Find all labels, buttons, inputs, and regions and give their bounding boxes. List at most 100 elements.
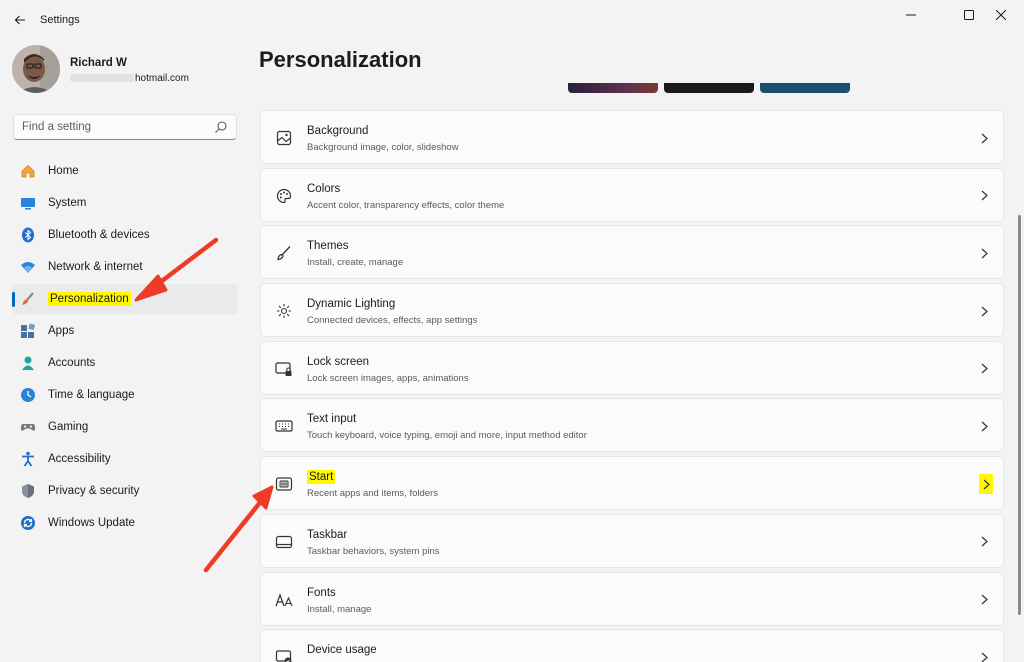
gaming-icon xyxy=(20,419,36,435)
sidebar-item-label: Gaming xyxy=(48,421,89,433)
system-icon xyxy=(20,195,36,211)
card-subtitle: Install, manage xyxy=(307,603,372,615)
setting-card-text-input[interactable]: Text input Touch keyboard, voice typing,… xyxy=(260,398,1004,453)
sidebar-item-system[interactable]: System xyxy=(12,188,238,218)
card-subtitle: Install, create, manage xyxy=(307,257,404,269)
card-subtitle: Background image, color, slideshow xyxy=(307,142,459,153)
theme-thumbnail[interactable] xyxy=(664,83,754,93)
sidebar-item-gaming[interactable]: Gaming xyxy=(12,412,238,442)
chevron-right-icon xyxy=(977,301,991,321)
maximize-icon xyxy=(964,10,974,20)
sidebar-item-time-language[interactable]: Time & language xyxy=(12,380,238,410)
network-icon xyxy=(20,259,36,275)
settings-list: Background Background image, color, slid… xyxy=(260,110,1004,662)
card-subtitle: Touch keyboard, voice typing, emoji and … xyxy=(307,430,587,442)
taskbar-icon xyxy=(275,533,293,551)
setting-card-fonts[interactable]: Fonts Install, manage xyxy=(260,571,1004,626)
background-icon xyxy=(275,129,293,147)
back-button[interactable] xyxy=(8,8,32,32)
chevron-right-icon xyxy=(979,474,993,495)
card-title: Start xyxy=(307,470,336,485)
sidebar-item-bluetooth[interactable]: Bluetooth & devices xyxy=(12,220,238,250)
sidebar-item-network[interactable]: Network & internet xyxy=(12,252,238,282)
sidebar-item-privacy[interactable]: Privacy & security xyxy=(12,476,238,506)
active-indicator xyxy=(12,292,15,307)
bluetooth-icon xyxy=(20,227,36,243)
sidebar-item-accounts[interactable]: Accounts xyxy=(12,348,238,378)
close-icon xyxy=(996,10,1006,20)
sidebar-item-label: System xyxy=(48,197,87,209)
chevron-right-icon xyxy=(977,532,991,552)
app-title: Settings xyxy=(40,14,80,26)
user-email: hotmail.com xyxy=(70,73,189,84)
card-subtitle: Taskbar behaviors, system pins xyxy=(307,545,440,557)
home-icon xyxy=(20,163,36,179)
colors-icon xyxy=(275,187,293,205)
close-button[interactable] xyxy=(978,0,1024,30)
chevron-right-icon xyxy=(977,243,991,263)
setting-card-device-usage[interactable]: Device usage xyxy=(260,629,1004,662)
themes-icon xyxy=(275,244,293,262)
start-icon xyxy=(275,475,293,493)
time-language-icon xyxy=(20,387,36,403)
sidebar-item-label: Time & language xyxy=(48,389,135,401)
keyboard-icon xyxy=(275,417,293,435)
windows-update-icon xyxy=(20,515,36,531)
accessibility-icon xyxy=(20,451,36,467)
card-title: Colors xyxy=(307,182,341,195)
dynamic-lighting-icon xyxy=(275,302,293,320)
chevron-right-icon xyxy=(977,128,991,148)
card-subtitle: Recent apps and items, folders xyxy=(307,488,438,500)
setting-card-themes[interactable]: Themes Install, create, manage xyxy=(260,225,1004,280)
title-bar: Settings xyxy=(0,0,1024,40)
sidebar-item-home[interactable]: Home xyxy=(12,156,238,186)
chevron-right-icon xyxy=(977,359,991,379)
user-name: Richard W xyxy=(70,57,127,69)
sidebar-item-label: Privacy & security xyxy=(48,485,140,497)
setting-card-colors[interactable]: Colors Accent color, transparency effect… xyxy=(260,167,1004,222)
personalization-icon xyxy=(20,291,36,307)
card-title: Dynamic Lighting xyxy=(307,298,396,311)
setting-card-background[interactable]: Background Background image, color, slid… xyxy=(260,110,1004,164)
sidebar-item-personalization[interactable]: Personalization xyxy=(12,284,238,314)
email-redaction xyxy=(70,74,134,83)
privacy-icon xyxy=(20,483,36,499)
sidebar-nav: Home System Bluetooth & devices Network … xyxy=(12,156,238,540)
card-title: Background xyxy=(307,125,369,137)
user-email-suffix: hotmail.com xyxy=(135,73,189,84)
start-highlight: Start xyxy=(307,470,336,485)
chevron-right-icon xyxy=(977,416,991,436)
card-subtitle: Connected devices, effects, app settings xyxy=(307,315,478,327)
fonts-icon xyxy=(275,591,293,609)
sidebar-item-accessibility[interactable]: Accessibility xyxy=(12,444,238,474)
page-title: Personalization xyxy=(259,47,422,72)
card-subtitle: Lock screen images, apps, animations xyxy=(307,372,469,384)
minimize-button[interactable] xyxy=(888,0,934,30)
setting-card-taskbar[interactable]: Taskbar Taskbar behaviors, system pins xyxy=(260,513,1004,568)
lock-screen-icon xyxy=(275,360,293,378)
search-box[interactable] xyxy=(13,114,237,140)
accounts-icon xyxy=(20,355,36,371)
apps-icon xyxy=(20,323,36,339)
theme-thumbnail[interactable] xyxy=(568,83,658,93)
sidebar-item-label: Personalization xyxy=(48,292,131,306)
search-input[interactable] xyxy=(14,115,209,139)
theme-thumbnail[interactable] xyxy=(760,83,850,93)
card-title: Taskbar xyxy=(307,528,348,541)
sidebar-item-apps[interactable]: Apps xyxy=(12,316,238,346)
minimize-icon xyxy=(906,14,916,16)
setting-card-start[interactable]: Start Recent apps and items, folders xyxy=(260,456,1004,511)
sidebar-item-windows-update[interactable]: Windows Update xyxy=(12,508,238,538)
sidebar-item-label: Network & internet xyxy=(48,261,143,273)
chevron-right-icon xyxy=(977,186,991,206)
user-profile[interactable]: Richard W hotmail.com xyxy=(12,45,242,95)
sidebar-item-label: Home xyxy=(48,165,79,177)
personalization-highlight: Personalization xyxy=(48,292,131,306)
search-icon[interactable] xyxy=(214,120,228,134)
scrollbar[interactable] xyxy=(1018,215,1021,615)
card-title: Device usage xyxy=(307,644,377,657)
setting-card-dynamic-lighting[interactable]: Dynamic Lighting Connected devices, effe… xyxy=(260,283,1004,338)
avatar xyxy=(12,45,60,93)
setting-card-lock-screen[interactable]: Lock screen Lock screen images, apps, an… xyxy=(260,340,1004,395)
card-title: Text input xyxy=(307,413,357,426)
